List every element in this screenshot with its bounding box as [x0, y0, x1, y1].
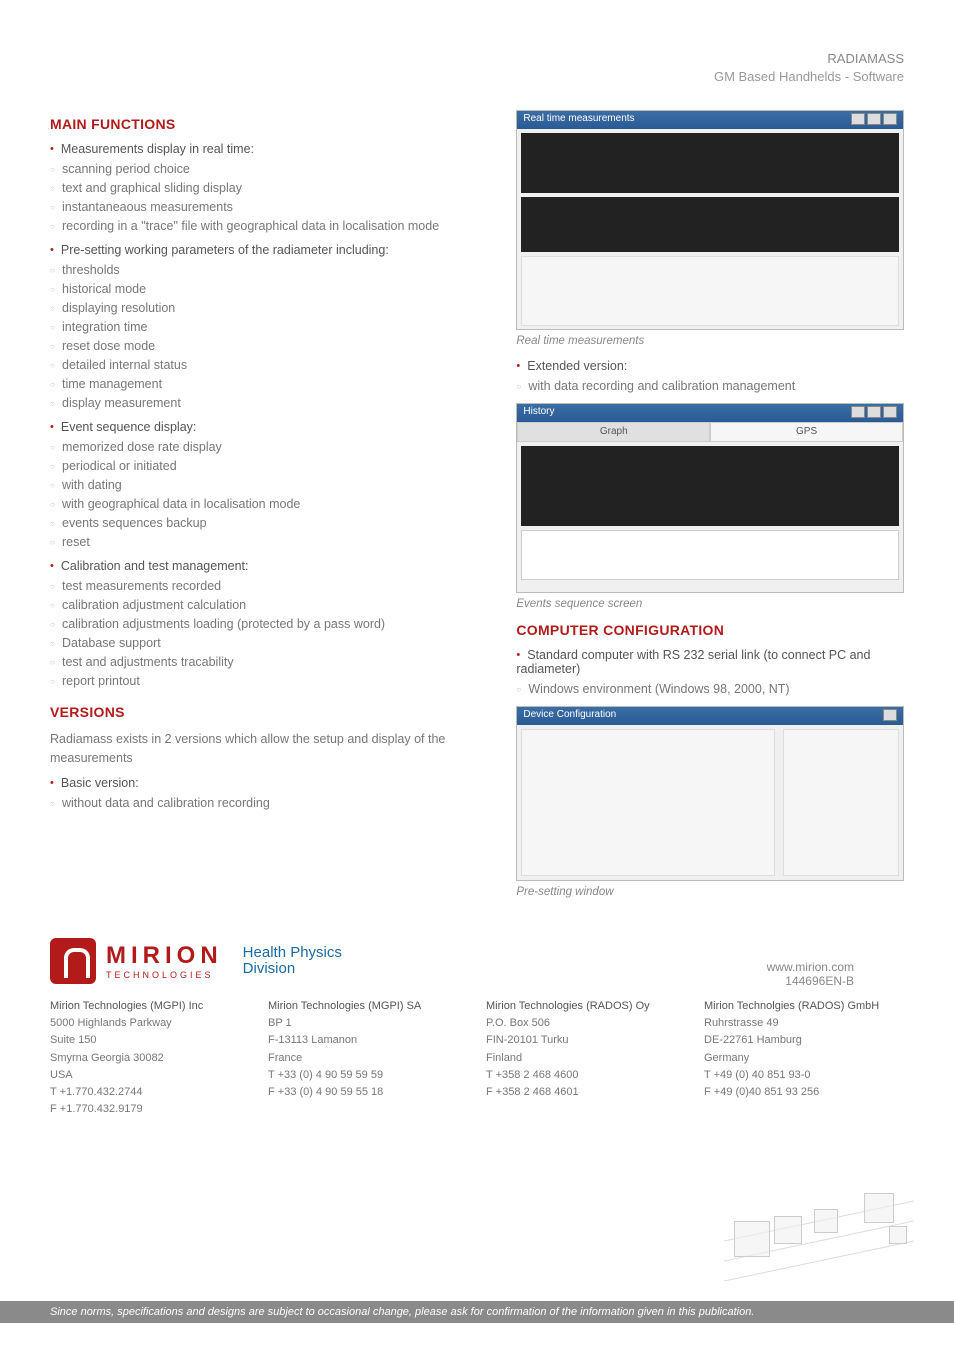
sub-item: calibration adjustments loading (protect…: [50, 617, 476, 631]
doc-number: 144696EN-B: [767, 974, 854, 988]
contact-line: Ruhrstrasse 49: [704, 1015, 904, 1032]
contact-line: 5000 Highlands Parkway: [50, 1015, 250, 1032]
contact-fax: F +358 2 468 4601: [486, 1084, 686, 1101]
contact-name: Mirion Technologies (RADOS) Oy: [486, 998, 686, 1015]
contact-name: Mirion Technologies (MGPI) Inc: [50, 998, 250, 1015]
division-line1: Health Physics: [243, 945, 342, 962]
versions-intro: Radiamass exists in 2 versions which all…: [50, 730, 476, 768]
contact-fax: F +49 (0)40 851 93 256: [704, 1084, 904, 1101]
window-controls-icon: [851, 113, 897, 127]
config-item: Standard computer with RS 232 serial lin…: [516, 648, 904, 676]
sub-item: with data recording and calibration mana…: [516, 379, 904, 393]
screenshot-history: History Graph GPS: [516, 403, 904, 593]
sub-item: historical mode: [50, 282, 476, 296]
contacts-row: Mirion Technologies (MGPI) Inc 5000 High…: [50, 998, 904, 1117]
division-line2: Division: [243, 961, 342, 978]
presetting-heading: Pre-setting working parameters of the ra…: [50, 243, 476, 257]
contact-tel: T +33 (0) 4 90 59 59 59: [268, 1067, 468, 1084]
extended-version: Extended version:: [516, 359, 904, 373]
caption-history: Events sequence screen: [516, 598, 904, 610]
contact-tel: T +1.770.432.2744: [50, 1084, 250, 1101]
sub-item: thresholds: [50, 263, 476, 277]
sub-item: integration time: [50, 320, 476, 334]
contact-line: FIN-20101 Turku: [486, 1032, 686, 1049]
sub-item: displaying resolution: [50, 301, 476, 315]
contact-line: BP 1: [268, 1015, 468, 1032]
sub-item: memorized dose rate display: [50, 440, 476, 454]
basic-version: Basic version:: [50, 776, 476, 790]
calibration-heading: Calibration and test management:: [50, 559, 476, 573]
sub-item: without data and calibration recording: [50, 796, 476, 810]
left-column: MAIN FUNCTIONS Measurements display in r…: [50, 106, 476, 910]
versions-title: VERSIONS: [50, 704, 476, 720]
content-columns: MAIN FUNCTIONS Measurements display in r…: [50, 106, 904, 910]
contact-tel: T +358 2 468 4600: [486, 1067, 686, 1084]
sub-item: test and adjustments tracability: [50, 655, 476, 669]
sub-item: text and graphical sliding display: [50, 181, 476, 195]
window-title: Device Configuration: [523, 709, 616, 723]
sub-item: periodical or initiated: [50, 459, 476, 473]
contact-fax: F +1.770.432.9179: [50, 1101, 250, 1118]
sub-item: time management: [50, 377, 476, 391]
site-info: www.mirion.com 144696EN-B: [767, 960, 854, 988]
sub-item: calibration adjustment calculation: [50, 598, 476, 612]
division-label: Health Physics Division: [243, 945, 342, 978]
sub-item: instantaneaous measurements: [50, 200, 476, 214]
window-title: Real time measurements: [523, 113, 634, 127]
caption-realtime: Real time measurements: [516, 335, 904, 347]
window-title: History: [523, 406, 554, 420]
eventseq-heading: Event sequence display:: [50, 420, 476, 434]
header-block: RADIAMASS GM Based Handhelds - Software: [50, 50, 904, 86]
contact-col: Mirion Technolgies (RADOS) GmbH Ruhrstra…: [704, 998, 904, 1117]
screenshot-config: Device Configuration: [516, 706, 904, 881]
sub-item: with dating: [50, 478, 476, 492]
right-column: Real time measurements Real time measure…: [516, 106, 904, 910]
screenshot-realtime: Real time measurements: [516, 110, 904, 330]
sub-item: events sequences backup: [50, 516, 476, 530]
contact-line: DE-22761 Hamburg: [704, 1032, 904, 1049]
contact-name: Mirion Technologies (MGPI) SA: [268, 998, 468, 1015]
sub-item: display measurement: [50, 396, 476, 410]
contact-col: Mirion Technologies (MGPI) Inc 5000 High…: [50, 998, 250, 1117]
decorative-cubes-icon: [724, 1181, 914, 1281]
contact-line: P.O. Box 506: [486, 1015, 686, 1032]
sub-item: reset: [50, 535, 476, 549]
contact-fax: F +33 (0) 4 90 59 55 18: [268, 1084, 468, 1101]
contact-col: Mirion Technologies (RADOS) Oy P.O. Box …: [486, 998, 686, 1117]
contact-line: Smyrna Georgia 30082: [50, 1050, 250, 1067]
contact-line: USA: [50, 1067, 250, 1084]
contact-line: France: [268, 1050, 468, 1067]
window-controls-icon: [851, 406, 897, 420]
contact-name: Mirion Technolgies (RADOS) GmbH: [704, 998, 904, 1015]
disclaimer-bar: Since norms, specifications and designs …: [0, 1301, 954, 1323]
contact-line: F-13113 Lamanon: [268, 1032, 468, 1049]
contact-line: Germany: [704, 1050, 904, 1067]
contact-tel: T +49 (0) 40 851 93-0: [704, 1067, 904, 1084]
contact-col: Mirion Technologies (MGPI) SA BP 1 F-131…: [268, 998, 468, 1117]
sub-item: scanning period choice: [50, 162, 476, 176]
sub-item: with geographical data in localisation m…: [50, 497, 476, 511]
main-functions-title: MAIN FUNCTIONS: [50, 116, 476, 132]
realtime-heading: Measurements display in real time:: [50, 142, 476, 156]
product-name: RADIAMASS: [50, 50, 904, 68]
sub-item: reset dose mode: [50, 339, 476, 353]
sub-item: detailed internal status: [50, 358, 476, 372]
sub-item: test measurements recorded: [50, 579, 476, 593]
mirion-logo-icon: [50, 938, 96, 984]
sub-item: recording in a "trace" file with geograp…: [50, 219, 476, 233]
brand-tag: TECHNOLOGIES: [106, 970, 223, 980]
caption-config: Pre-setting window: [516, 886, 904, 898]
computer-config-title: COMPUTER CONFIGURATION: [516, 622, 904, 638]
window-controls-icon: [883, 709, 897, 723]
sub-item: Database support: [50, 636, 476, 650]
sub-item: report printout: [50, 674, 476, 688]
site-url: www.mirion.com: [767, 960, 854, 974]
product-subtitle: GM Based Handhelds - Software: [50, 68, 904, 86]
contact-line: Finland: [486, 1050, 686, 1067]
brand-name: MIRION: [106, 942, 223, 970]
disclaimer-text: Since norms, specifications and designs …: [50, 1306, 754, 1318]
contact-line: Suite 150: [50, 1032, 250, 1049]
sub-item: Windows environment (Windows 98, 2000, N…: [516, 682, 904, 696]
